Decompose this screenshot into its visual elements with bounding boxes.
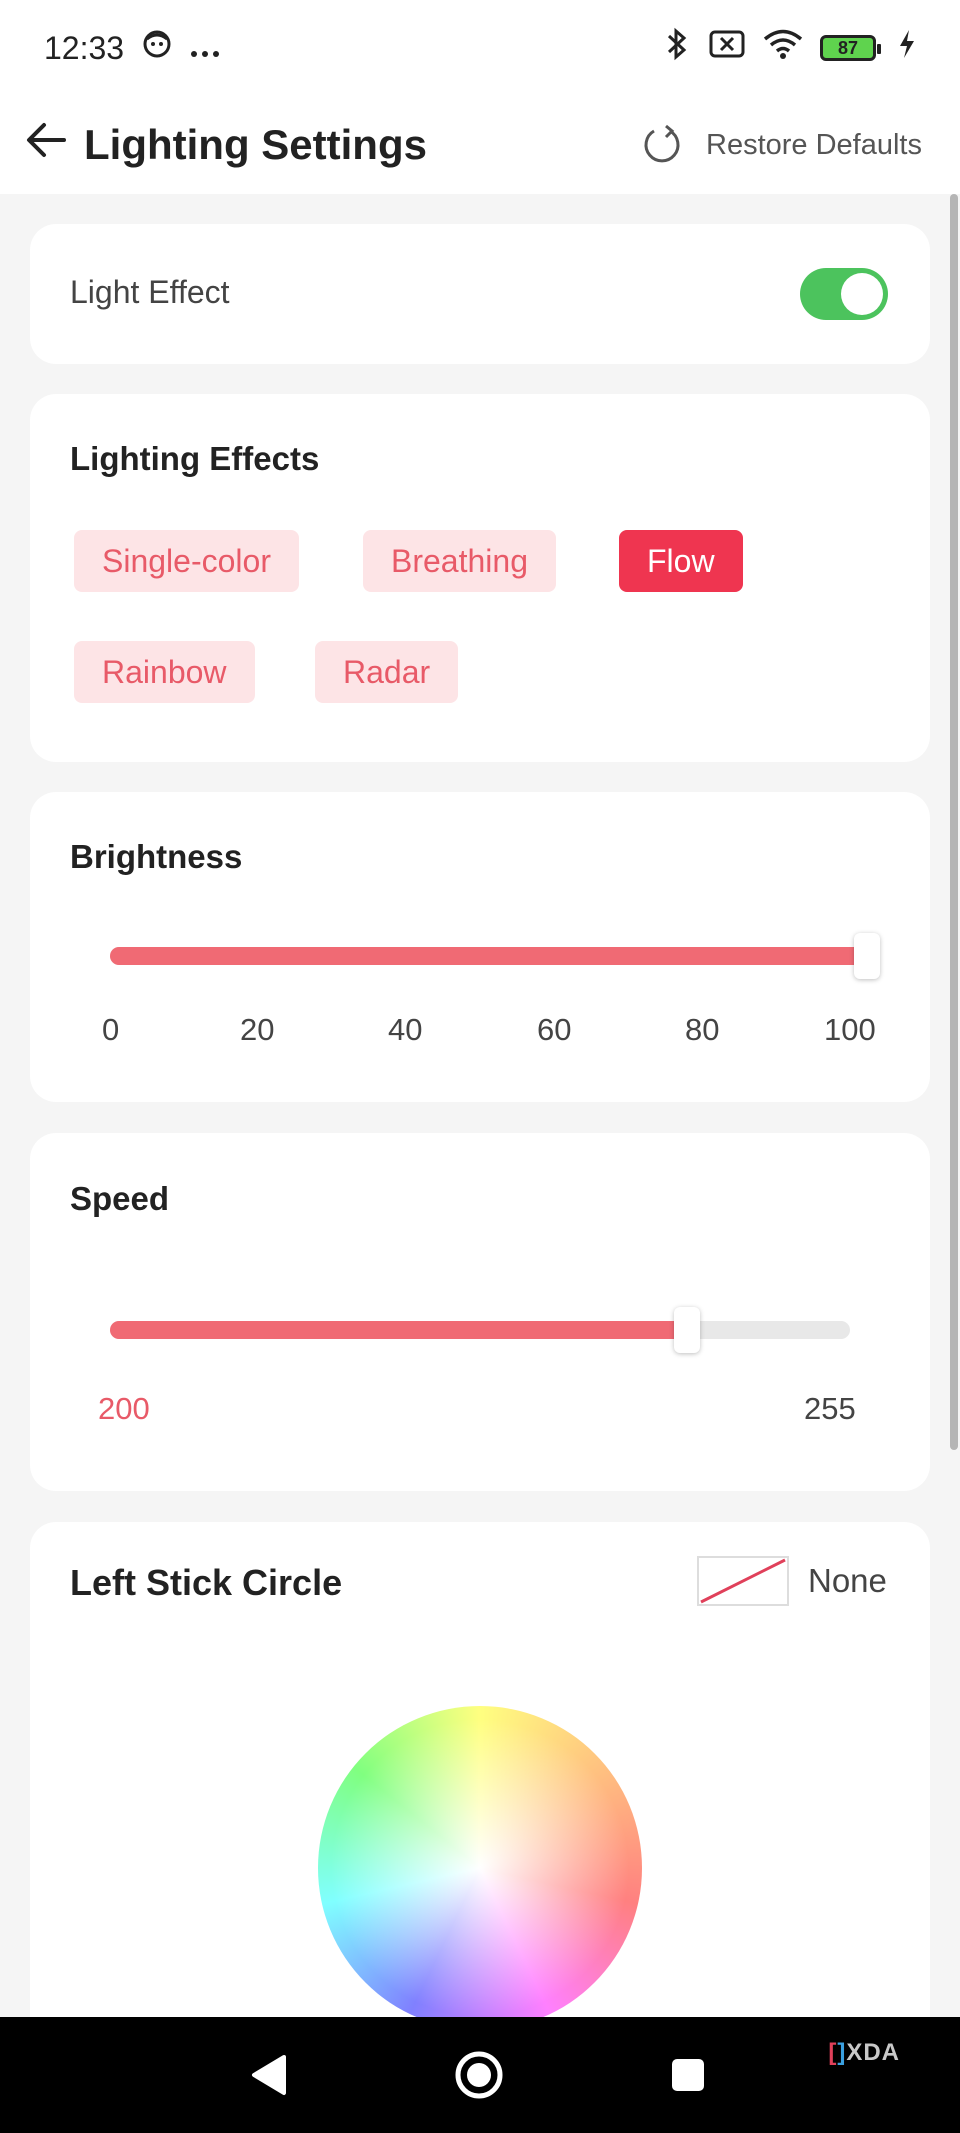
left-stick-title: Left Stick Circle [70,1562,343,1603]
speed-title: Speed [70,1180,170,1217]
light-effect-label: Light Effect [70,274,230,310]
arrow-left-icon[interactable] [24,120,80,171]
xda-watermark: []XDA [828,2039,900,2066]
brightness-slider[interactable] [110,933,880,979]
color-none-label: None [808,1562,887,1599]
effect-chip-flow[interactable]: Flow [619,530,743,592]
app-header: Lighting Settings Restore Defaults [0,96,960,194]
brightness-tick: 40 [388,1012,423,1047]
brightness-slider-thumb[interactable] [854,933,880,979]
speed-slider-thumb[interactable] [674,1307,700,1353]
lighting-effects-title: Lighting Effects [70,440,320,477]
refresh-icon [644,124,680,163]
page-title: Lighting Settings [84,121,427,168]
left-stick-card: Left Stick Circle None [30,1522,930,2062]
xda-bracket-icon: ] [837,2039,847,2066]
speed-card: Speed 200 255 [30,1133,930,1491]
brightness-tick: 60 [537,1012,572,1047]
status-bar: 12:33 87 [0,0,960,96]
effect-chip-radar[interactable]: Radar [315,641,459,703]
navigation-bar: []XDA [0,2017,960,2133]
brightness-title: Brightness [70,838,243,875]
lighting-effects-card: Lighting Effects Single-color Breathing … [30,394,930,762]
effect-chip-single-color[interactable]: Single-color [74,530,299,592]
charging-icon [898,29,916,67]
speed-min-label: 200 [98,1391,150,1426]
speed-slider[interactable] [110,1307,850,1353]
brightness-slider-fill [110,947,880,965]
scrollbar[interactable] [950,194,958,1450]
brightness-tick: 0 [102,1012,120,1047]
wifi-icon [762,28,804,68]
bluetooth-icon [662,26,692,70]
speed-slider-fill [110,1321,687,1339]
brightness-tick: 20 [240,1012,275,1047]
light-effect-card: Light Effect [30,224,930,364]
speed-max-label: 255 [804,1391,856,1426]
effect-chip-rainbow[interactable]: Rainbow [74,641,255,703]
battery-icon: 87 [820,35,881,61]
xda-bracket-icon: [ [828,2039,838,2066]
recents-square-icon[interactable] [670,2057,706,2098]
home-circle-icon[interactable] [453,2049,505,2106]
back-triangle-icon[interactable] [248,2053,288,2102]
color-swatch-none[interactable] [697,1556,789,1606]
restore-defaults-label: Restore Defaults [706,128,922,161]
clock: 12:33 [44,29,125,66]
none-slash-icon [700,1558,786,1604]
restore-defaults-button[interactable]: Restore Defaults [640,123,936,167]
brightness-tick: 80 [685,1012,720,1047]
color-wheel[interactable] [318,1706,642,2030]
more-dots-icon [190,30,220,67]
light-effect-toggle[interactable] [800,268,888,320]
effect-chip-breathing[interactable]: Breathing [363,530,556,592]
face-icon [142,29,172,67]
brightness-card: Brightness 0 20 40 60 80 100 [30,792,930,1102]
brightness-tick: 100 [824,1012,876,1047]
sim-off-icon [708,29,746,67]
